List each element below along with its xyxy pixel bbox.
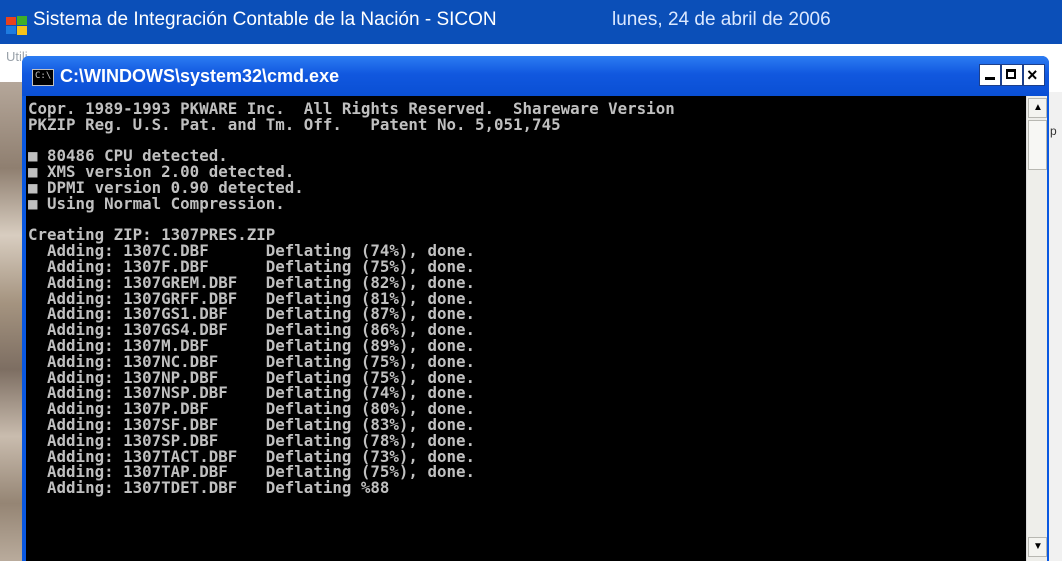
console-line: PKZIP Reg. U.S. Pat. and Tm. Off. Patent…: [28, 114, 561, 134]
cmd-titlebar[interactable]: C:\ C:\WINDOWS\system32\cmd.exe ×: [22, 56, 1049, 96]
scroll-down-button[interactable]: ▼: [1028, 537, 1047, 557]
arrow-down-icon: ▼: [1033, 541, 1043, 552]
close-button[interactable]: ×: [1023, 64, 1045, 86]
console-line: Adding: 1307TDET.DBF Deflating %88: [28, 478, 390, 498]
background-text-fragment: p: [1050, 124, 1057, 138]
console-text: Copr. 1989-1993 PKWARE Inc. All Rights R…: [26, 96, 1026, 496]
vertical-scrollbar[interactable]: ▲ ▼: [1026, 96, 1047, 561]
cmd-prompt-icon[interactable]: C:\: [32, 69, 54, 86]
colorful-windows-flag-icon: [6, 16, 27, 35]
minimize-button[interactable]: [979, 64, 1001, 86]
scroll-up-button[interactable]: ▲: [1028, 98, 1047, 118]
arrow-up-icon: ▲: [1033, 102, 1043, 113]
maximize-icon: [1006, 69, 1016, 79]
cmd-window: C:\ C:\WINDOWS\system32\cmd.exe × Copr. …: [22, 56, 1049, 561]
close-icon: ×: [1027, 65, 1038, 85]
background-photo: [0, 82, 22, 561]
app-titlebar: Sistema de Integración Contable de la Na…: [0, 0, 1062, 44]
cmd-window-title: C:\WINDOWS\system32\cmd.exe: [60, 66, 340, 86]
maximize-button[interactable]: [1001, 64, 1023, 86]
console-line: ■ Using Normal Compression.: [28, 193, 285, 213]
app-date: lunes, 24 de abril de 2006: [612, 9, 831, 30]
minimize-icon: [985, 77, 995, 80]
app-title: Sistema de Integración Contable de la Na…: [33, 9, 497, 30]
console-output[interactable]: Copr. 1989-1993 PKWARE Inc. All Rights R…: [26, 96, 1026, 561]
cmd-icon-label: C:\: [35, 71, 52, 81]
scroll-thumb[interactable]: [1028, 120, 1047, 170]
